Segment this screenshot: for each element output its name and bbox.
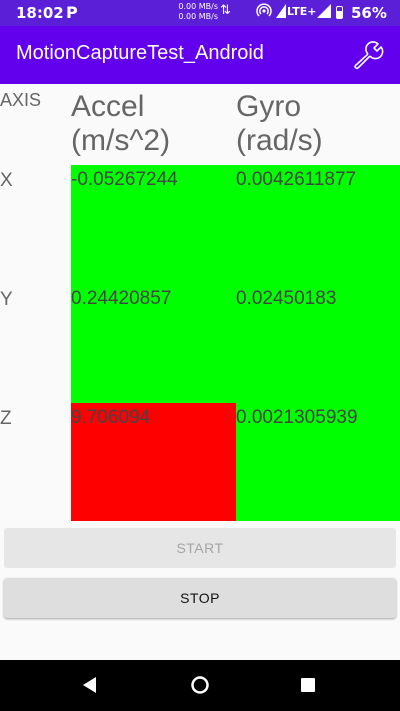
net-up-speed: 0.00 MB/s bbox=[178, 2, 218, 11]
stop-button[interactable]: STOP bbox=[4, 578, 396, 618]
gyro-y-value: 0.02450183 bbox=[236, 288, 337, 309]
gyro-z-value: 0.0021305939 bbox=[236, 407, 358, 428]
gyro-y-cell: 0.02450183 bbox=[236, 284, 400, 403]
home-icon bbox=[191, 676, 209, 694]
status-time: 18:02 bbox=[16, 4, 64, 22]
app-screen: 18:02 P 0.00 MB/s 0.00 MB/s ⇅ LTE+ 56% M… bbox=[0, 0, 400, 711]
status-bar: 18:02 P 0.00 MB/s 0.00 MB/s ⇅ LTE+ 56% bbox=[0, 0, 400, 26]
axis-label-y: Y bbox=[0, 289, 13, 310]
gyro-header-label: Gyro bbox=[236, 90, 302, 123]
accel-z-value: 9.706094 bbox=[71, 407, 151, 428]
settings-button[interactable] bbox=[350, 38, 386, 72]
axis-label-z: Z bbox=[0, 408, 12, 429]
accel-y-value: 0.24420857 bbox=[71, 288, 172, 309]
recents-icon bbox=[301, 678, 315, 692]
recents-button[interactable] bbox=[300, 677, 316, 697]
start-button[interactable]: START bbox=[4, 528, 396, 568]
back-button[interactable] bbox=[80, 675, 100, 699]
app-bar: MotionCaptureTest_Android bbox=[0, 26, 400, 84]
network-speed: 0.00 MB/s 0.00 MB/s bbox=[168, 2, 218, 22]
accel-x-value: -0.05267244 bbox=[71, 169, 178, 190]
gyro-header: Gyro (rad/s) bbox=[236, 90, 323, 158]
accel-header-unit: (m/s^2) bbox=[71, 124, 171, 157]
battery-percent: 56% bbox=[351, 4, 387, 22]
network-type: LTE+ bbox=[287, 5, 317, 18]
accel-z-cell: 9.706094 bbox=[71, 403, 236, 521]
navigation-bar bbox=[0, 660, 400, 711]
accel-header-label: Accel bbox=[71, 90, 145, 123]
gyro-header-unit: (rad/s) bbox=[236, 124, 323, 157]
wrench-icon bbox=[354, 41, 384, 70]
accel-y-cell: 0.24420857 bbox=[71, 284, 236, 403]
axis-label-x: X bbox=[0, 170, 13, 191]
gyro-z-cell: 0.0021305939 bbox=[236, 403, 400, 521]
data-transfer-icon: ⇅ bbox=[220, 3, 231, 18]
gyro-x-value: 0.0042611877 bbox=[236, 169, 357, 190]
signal-strength-icon bbox=[317, 4, 331, 21]
gyro-x-cell: 0.0042611877 bbox=[236, 165, 400, 284]
hotspot-icon bbox=[256, 2, 272, 22]
axis-header: AXIS bbox=[0, 90, 42, 110]
accel-x-cell: -0.05267244 bbox=[71, 165, 236, 284]
app-title: MotionCaptureTest_Android bbox=[16, 42, 264, 64]
signal-icon bbox=[276, 4, 286, 21]
net-down-speed: 0.00 MB/s bbox=[178, 12, 218, 21]
app-notification-icon: P bbox=[66, 3, 78, 22]
battery-icon bbox=[336, 6, 343, 19]
home-button[interactable] bbox=[190, 675, 210, 699]
accel-header: Accel (m/s^2) bbox=[71, 90, 170, 158]
back-icon bbox=[83, 677, 96, 693]
